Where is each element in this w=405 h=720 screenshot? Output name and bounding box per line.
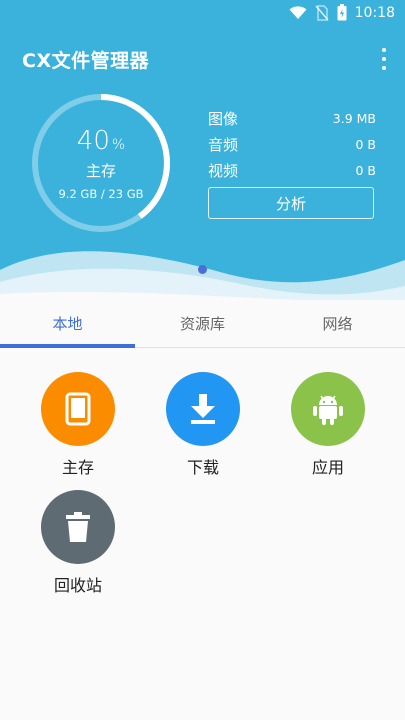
analyze-button[interactable]: 分析 (208, 187, 374, 219)
storage-percent: 40% (76, 125, 126, 156)
item-label: 回收站 (53, 576, 102, 595)
apps-item[interactable]: 应用 (278, 372, 378, 478)
tab-library[interactable]: 资源库 (135, 300, 270, 347)
app-title: CX文件管理器 (22, 50, 150, 72)
storage-name: 主存 (85, 161, 116, 180)
tablet-icon (41, 372, 115, 446)
recycle-bin-item[interactable]: 回收站 (28, 490, 128, 596)
battery-icon (337, 4, 347, 21)
tab-local[interactable]: 本地 (0, 300, 135, 348)
more-options-icon[interactable] (379, 48, 389, 70)
tab-bar: 本地 资源库 网络 (0, 300, 405, 348)
no-sim-icon (315, 4, 329, 21)
downloads-item[interactable]: 下载 (153, 372, 253, 478)
storage-header: 10:18 CX文件管理器 40% 主存 9.2 GB / 23 GB 图像 3.… (0, 0, 405, 300)
stat-row: 视频 0 B (208, 161, 376, 180)
tab-network[interactable]: 网络 (270, 300, 405, 347)
storage-usage: 9.2 GB / 23 GB (58, 186, 144, 201)
status-bar: 10:18 (0, 0, 405, 28)
page-indicator-dot[interactable] (198, 265, 207, 274)
item-label: 主存 (61, 458, 94, 477)
stat-row: 音频 0 B (208, 135, 376, 154)
wifi-icon (289, 5, 307, 19)
download-icon (166, 372, 240, 446)
android-icon (291, 372, 365, 446)
item-label: 下载 (186, 458, 219, 477)
status-time: 10:18 (354, 4, 395, 21)
stat-row: 图像 3.9 MB (208, 109, 376, 128)
media-stats: 图像 3.9 MB 音频 0 B 视频 0 B (208, 105, 376, 183)
trash-icon (41, 490, 115, 564)
storage-summary[interactable]: 40% 主存 9.2 GB / 23 GB (30, 92, 172, 234)
item-label: 应用 (311, 458, 344, 477)
main-storage-item[interactable]: 主存 (28, 372, 128, 478)
